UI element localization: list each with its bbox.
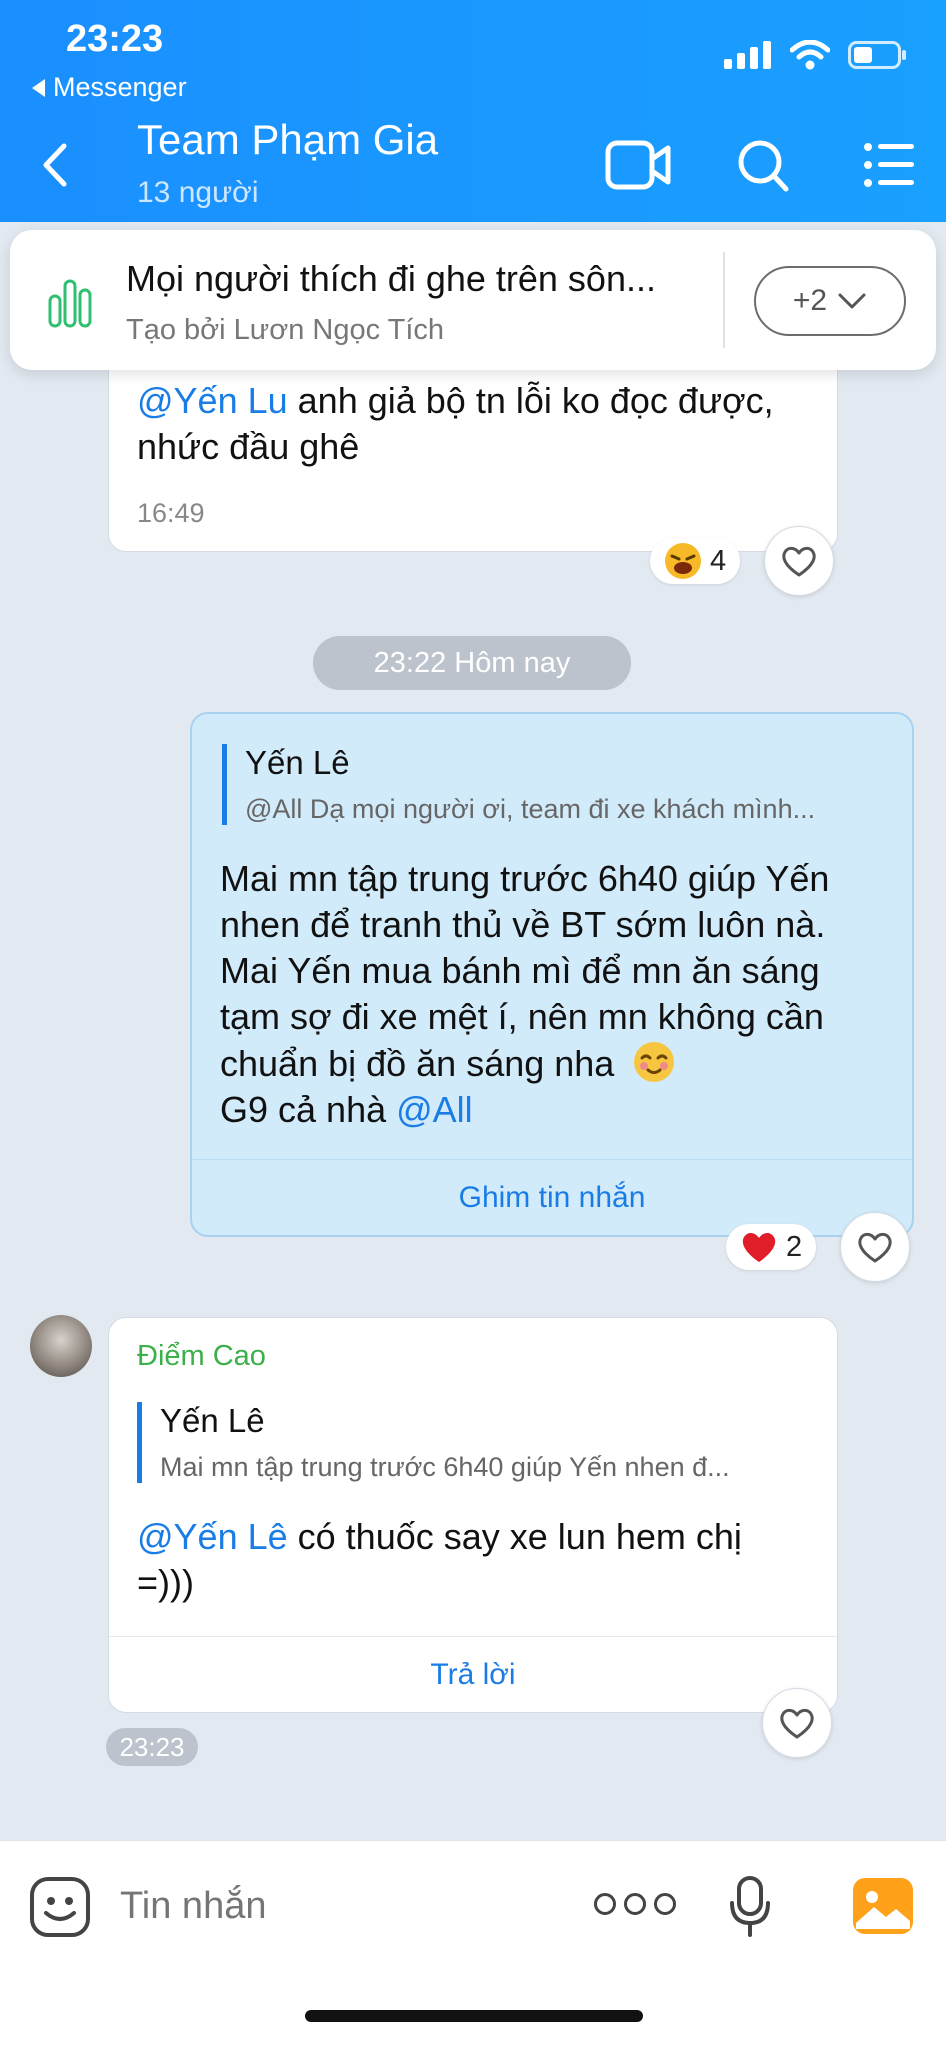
reaction-summary[interactable]: 4 <box>650 538 741 584</box>
quote-text: Mai mn tập trung trước 6h40 giúp Yến nhe… <box>160 1452 730 1482</box>
pinned-creator: Tạo bởi Lươn Ngọc Tích <box>126 314 445 346</box>
sender-name[interactable]: Điểm Cao <box>137 1340 266 1373</box>
message-text: Mai mn tập trung trước 6h40 giúp Yến nhe… <box>220 858 830 1130</box>
like-button[interactable] <box>764 526 834 596</box>
status-icons <box>724 40 906 70</box>
menu-list-icon[interactable] <box>856 135 926 195</box>
back-app-label: Messenger <box>53 72 187 102</box>
chat-header: 23:23 Messenger Team Phạm Gia 13 người <box>0 0 946 222</box>
message-input[interactable] <box>120 1885 550 1928</box>
quote-sender: Yến Lê <box>160 1402 265 1439</box>
status-time: 23:23 <box>66 18 164 60</box>
sticker-icon[interactable] <box>28 1875 92 1939</box>
pinned-poll-banner[interactable]: Mọi người thích đi ghe trên sôn... Tạo b… <box>10 230 936 370</box>
pinned-title: Mọi người thích đi ghe trên sôn... <box>126 258 656 299</box>
photo-gallery-icon[interactable] <box>852 1877 914 1935</box>
microphone-icon[interactable] <box>728 1875 772 1939</box>
more-pinned-button[interactable]: +2 <box>754 266 906 336</box>
signal-icon <box>724 41 771 69</box>
chat-title[interactable]: Team Phạm Gia <box>137 116 438 164</box>
quote-text: @All Dạ mọi người ơi, team đi xe khách m… <box>245 794 816 824</box>
heart-outline-icon <box>858 1232 892 1263</box>
red-heart-icon <box>742 1232 776 1262</box>
message-time: 16:49 <box>137 498 205 528</box>
back-triangle-icon <box>32 78 45 97</box>
message-bubble[interactable]: Điểm Cao Yến Lê Mai mn tập trung trước 6… <box>108 1317 838 1713</box>
wifi-icon <box>790 40 830 70</box>
laughing-emoji-icon <box>665 543 701 579</box>
reaction-count: 4 <box>710 544 727 577</box>
poll-icon <box>48 279 92 328</box>
back-arrow-icon[interactable] <box>36 140 76 190</box>
blushing-emoji-icon <box>634 1042 675 1082</box>
message-text: @Yến Lê có thuốc say xe lun hem chị =))) <box>137 1516 742 1603</box>
reaction-count: 2 <box>786 1230 803 1263</box>
member-count[interactable]: 13 người <box>137 176 259 210</box>
mention[interactable]: @Yến Lu <box>137 380 288 421</box>
own-message-bubble[interactable]: Yến Lê @All Dạ mọi người ơi, team đi xe … <box>190 712 914 1237</box>
battery-icon <box>848 41 906 69</box>
more-pinned-count: +2 <box>792 284 828 317</box>
like-button[interactable] <box>762 1688 832 1758</box>
reply-button[interactable]: Trả lời <box>109 1636 837 1712</box>
more-options-icon[interactable] <box>594 1893 676 1915</box>
video-call-icon[interactable] <box>604 135 674 195</box>
chevron-down-icon <box>838 293 866 309</box>
divider <box>723 252 725 348</box>
home-indicator <box>305 2010 643 2022</box>
mention[interactable]: @Yến Lê <box>137 1516 288 1557</box>
heart-outline-icon <box>780 1708 814 1739</box>
heart-outline-icon <box>782 546 816 577</box>
message-time: 23:23 <box>106 1728 198 1766</box>
reaction-summary[interactable]: 2 <box>726 1224 817 1270</box>
avatar[interactable] <box>30 1315 92 1377</box>
search-icon[interactable] <box>728 135 798 195</box>
pin-message-button[interactable]: Ghim tin nhắn <box>192 1159 912 1235</box>
like-button[interactable] <box>840 1212 910 1282</box>
quoted-message[interactable]: Yến Lê Mai mn tập trung trước 6h40 giúp … <box>137 1402 730 1483</box>
message-text: @Yến Lu anh giả bộ tn lỗi ko đọc được, n… <box>137 380 774 467</box>
back-to-app-link[interactable]: Messenger <box>32 72 187 103</box>
mention[interactable]: @All <box>396 1089 473 1130</box>
quoted-message[interactable]: Yến Lê @All Dạ mọi người ơi, team đi xe … <box>222 744 815 825</box>
quote-sender: Yến Lê <box>245 744 350 781</box>
date-divider: 23:22 Hôm nay <box>313 636 631 690</box>
